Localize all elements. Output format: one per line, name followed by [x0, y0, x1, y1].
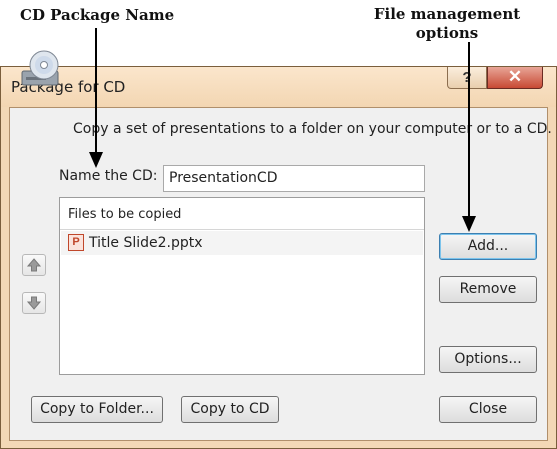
- copy-to-folder-button[interactable]: Copy to Folder...: [31, 396, 163, 423]
- files-list[interactable]: Files to be copied P Title Slide2.pptx: [59, 197, 425, 375]
- move-down-button[interactable]: [22, 292, 46, 314]
- file-name: Title Slide2.pptx: [89, 235, 203, 251]
- annotation-cd-package-name-text: CD Package Name: [20, 6, 175, 24]
- help-button[interactable]: ?: [447, 67, 487, 89]
- dialog-titlebar[interactable]: Package for CD ? ✕: [1, 67, 556, 107]
- copy-to-cd-button[interactable]: Copy to CD: [181, 396, 279, 423]
- annotation-cd-package-name: CD Package Name: [20, 6, 174, 25]
- list-item[interactable]: P Title Slide2.pptx: [61, 231, 423, 255]
- cd-drive-icon: [21, 50, 59, 86]
- annotation-file-management-line1: File management: [373, 5, 521, 23]
- cd-name-input[interactable]: PresentationCD: [163, 165, 425, 192]
- files-list-header: Files to be copied: [60, 198, 424, 230]
- annotation-file-management-line2: options: [415, 24, 479, 42]
- options-button[interactable]: Options...: [439, 346, 537, 373]
- powerpoint-file-icon: P: [68, 234, 84, 251]
- window-close-button[interactable]: ✕: [487, 67, 543, 89]
- remove-button[interactable]: Remove: [439, 276, 537, 303]
- close-button[interactable]: Close: [439, 396, 537, 423]
- cd-name-label: Name the CD:: [59, 168, 158, 184]
- help-icon: ?: [462, 69, 472, 86]
- move-up-icon: [26, 258, 42, 272]
- dialog-description: Copy a set of presentations to a folder …: [73, 121, 552, 137]
- annotation-file-management: File management options: [372, 5, 522, 43]
- close-icon: ✕: [507, 67, 523, 86]
- move-down-icon: [26, 296, 42, 310]
- move-up-button[interactable]: [22, 254, 46, 276]
- add-button[interactable]: Add...: [439, 233, 537, 260]
